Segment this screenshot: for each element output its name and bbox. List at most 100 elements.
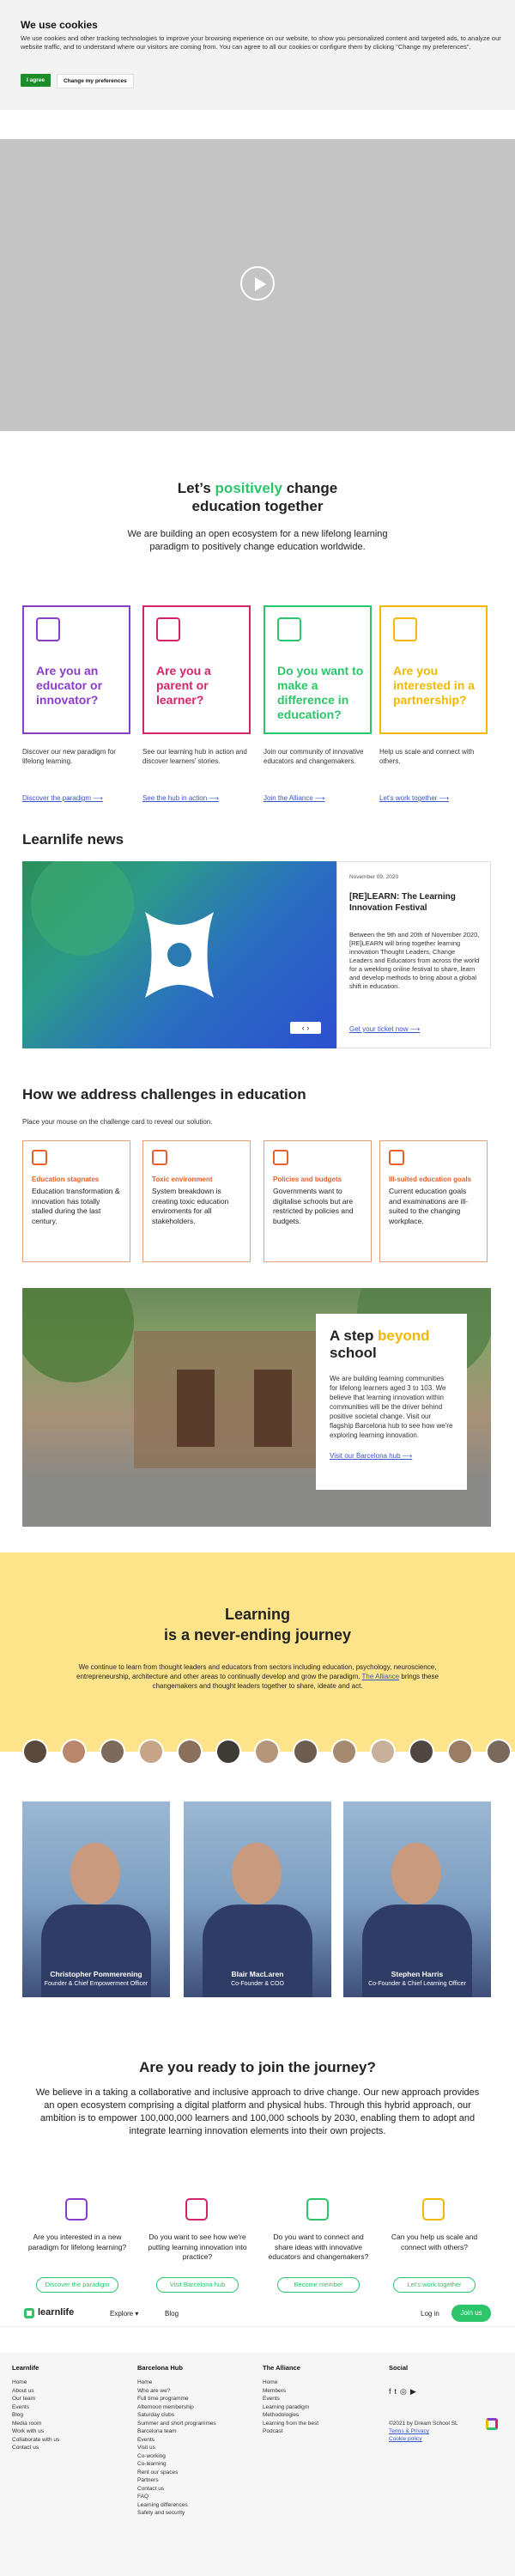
footer-link[interactable]: Learning differences	[137, 2501, 249, 2510]
audience-card[interactable]: Are you an educator or innovator?	[22, 605, 130, 734]
alliance-member-avatar[interactable]	[215, 1739, 241, 1765]
alliance-member-avatar[interactable]	[486, 1739, 512, 1765]
footer-link[interactable]: Full time programme	[137, 2395, 249, 2403]
alliance-member-avatar[interactable]	[61, 1739, 87, 1765]
card-link[interactable]: See the hub in action ⟶	[142, 794, 219, 802]
step-link[interactable]: Visit our Barcelona hub ⟶	[330, 1452, 453, 1460]
footer-column-heading: Social	[389, 2364, 409, 2372]
audience-card[interactable]: Do you want to make a difference in educ…	[264, 605, 372, 734]
footer-link[interactable]: Saturday clubs	[137, 2411, 249, 2420]
challenge-card[interactable]: Ill-suited education goals Current educa…	[379, 1140, 488, 1262]
footer-link[interactable]: Contact us	[12, 2444, 124, 2452]
site-navbar: learnlife Explore ▾ Blog Log in Join us	[0, 2300, 515, 2327]
nav-join-button[interactable]: Join us	[451, 2305, 491, 2322]
instagram-icon[interactable]: ◎	[400, 2387, 410, 2396]
footer-link[interactable]: Rent our spaces	[137, 2469, 249, 2477]
social-icons[interactable]: ft◎▶	[389, 2387, 420, 2397]
team-member-card[interactable]: Stephen Harris Co-Founder & Chief Learni…	[343, 1801, 491, 1997]
footer-link[interactable]: Afternoon membership	[137, 2403, 249, 2412]
footer-link[interactable]: Summer and short programmes	[137, 2420, 249, 2428]
footer-link[interactable]: Contact us	[137, 2485, 249, 2494]
join-question: Can you help us scale and connect with o…	[391, 2233, 478, 2251]
card-link[interactable]: Discover the paradigm ⟶	[22, 794, 103, 802]
join-button[interactable]: Become member	[277, 2277, 360, 2293]
learning-section: Learning is a never-ending journey We con…	[0, 1552, 515, 1752]
join-button[interactable]: Let's work together	[393, 2277, 476, 2293]
alliance-member-avatar[interactable]	[331, 1739, 357, 1765]
footer-link[interactable]: Safety and security	[137, 2509, 249, 2518]
challenge-icon	[152, 1150, 167, 1165]
nav-login[interactable]: Log in	[421, 2310, 439, 2318]
footer-link[interactable]: Co-learning	[137, 2460, 249, 2469]
footer-link[interactable]: Home	[137, 2379, 249, 2387]
join-question: Do you want to see how we're putting lea…	[148, 2233, 247, 2261]
cookie-text: We use cookies and other tracking techno…	[21, 34, 501, 51]
footer-link[interactable]: Methodologies	[263, 2411, 374, 2420]
footer-link[interactable]: Barcelona team	[137, 2427, 249, 2436]
news-link[interactable]: Get your ticket now ⟶	[349, 1025, 420, 1033]
alliance-member-avatar[interactable]	[177, 1739, 203, 1765]
team-member-card[interactable]: Blair MacLaren Co-Founder & COO	[184, 1801, 331, 1997]
challenge-card[interactable]: Education stagnates Education transforma…	[22, 1140, 130, 1262]
youtube-icon[interactable]: ▶	[410, 2387, 420, 2396]
card-link[interactable]: Join the Alliance ⟶	[264, 794, 325, 802]
alliance-member-avatar[interactable]	[254, 1739, 280, 1765]
challenge-card[interactable]: Toxic environment System breakdown is cr…	[142, 1140, 251, 1262]
footer-link[interactable]: About us	[12, 2387, 124, 2396]
footer-link[interactable]: Podcast	[263, 2427, 374, 2436]
alliance-member-avatar[interactable]	[370, 1739, 396, 1765]
footer-link[interactable]: Work with us	[12, 2427, 124, 2436]
challenge-icon	[273, 1150, 288, 1165]
footer-link[interactable]: Who are we?	[137, 2387, 249, 2396]
audience-card[interactable]: Are you interested in a partnership?	[379, 605, 488, 734]
team-member-card[interactable]: Christopher Pommerening Founder & Chief …	[22, 1801, 170, 1997]
audience-card[interactable]: Are you a parent or learner?	[142, 605, 251, 734]
challenge-card[interactable]: Policies and budgets Governments want to…	[264, 1140, 372, 1262]
footer-link[interactable]: Events	[263, 2395, 374, 2403]
footer-link[interactable]: Blog	[12, 2411, 124, 2420]
footer-column-heading: The Alliance	[263, 2364, 300, 2372]
footer-link[interactable]: Events	[137, 2436, 249, 2445]
footer-link[interactable]: Members	[263, 2387, 374, 2396]
footer-link[interactable]: Co-working	[137, 2452, 249, 2461]
alliance-member-avatar[interactable]	[100, 1739, 125, 1765]
alliance-member-avatar[interactable]	[447, 1739, 473, 1765]
footer-link[interactable]: Events	[12, 2403, 124, 2412]
nav-explore[interactable]: Explore ▾	[110, 2310, 138, 2318]
step-card: A step beyond school We are building lear…	[316, 1314, 467, 1490]
challenge-icon	[32, 1150, 47, 1165]
footer-link[interactable]: Visit us	[137, 2444, 249, 2452]
logo-text[interactable]: learnlife	[38, 2307, 74, 2318]
cookie-policy-link[interactable]: Cookie policy	[389, 2436, 422, 2442]
footer-link[interactable]: Our team	[12, 2395, 124, 2403]
cookie-preferences-button[interactable]: Change my preferences	[57, 74, 134, 88]
footer-link[interactable]: Home	[263, 2379, 374, 2387]
join-button[interactable]: Visit Barcelona hub	[156, 2277, 239, 2293]
join-body: We believe in a taking a collaborative a…	[35, 2087, 480, 2136]
card-link[interactable]: Let's work together ⟶	[379, 794, 449, 802]
footer-link[interactable]: Learning from the best	[263, 2420, 374, 2428]
learnlife-logo-icon[interactable]	[24, 2308, 34, 2318]
footer-legal: ©2021 by Dream School SL Terms & Privacy…	[389, 2420, 458, 2443]
handshake-icon	[393, 617, 417, 641]
news-carousel-controls[interactable]: ‹ ›	[290, 1022, 321, 1034]
nav-blog[interactable]: Blog	[165, 2310, 179, 2318]
cookie-agree-button[interactable]: I agree	[21, 74, 51, 87]
news-title[interactable]: [RE]LEARN: The Learning Innovation Festi…	[349, 891, 478, 914]
footer-link[interactable]: Collaborate with us	[12, 2436, 124, 2445]
footer-link[interactable]: Partners	[137, 2476, 249, 2485]
join-button[interactable]: Discover the paradigm	[36, 2277, 118, 2293]
footer-link[interactable]: Learning paradigm	[263, 2403, 374, 2412]
alliance-member-avatar[interactable]	[138, 1739, 164, 1765]
footer-link[interactable]: Home	[12, 2379, 124, 2387]
team-member-name: Christopher Pommerening	[50, 1970, 142, 1978]
footer-link[interactable]: FAQ	[137, 2493, 249, 2501]
alliance-member-avatar[interactable]	[293, 1739, 318, 1765]
play-icon[interactable]	[240, 266, 275, 301]
alliance-link[interactable]: The Alliance	[362, 1673, 400, 1680]
terms-link[interactable]: Terms & Privacy	[389, 2428, 429, 2434]
challenge-description: Governments want to digitalise schools b…	[273, 1187, 354, 1225]
alliance-member-avatar[interactable]	[409, 1739, 434, 1765]
alliance-member-avatar[interactable]	[22, 1739, 48, 1765]
footer-link[interactable]: Media room	[12, 2420, 124, 2428]
